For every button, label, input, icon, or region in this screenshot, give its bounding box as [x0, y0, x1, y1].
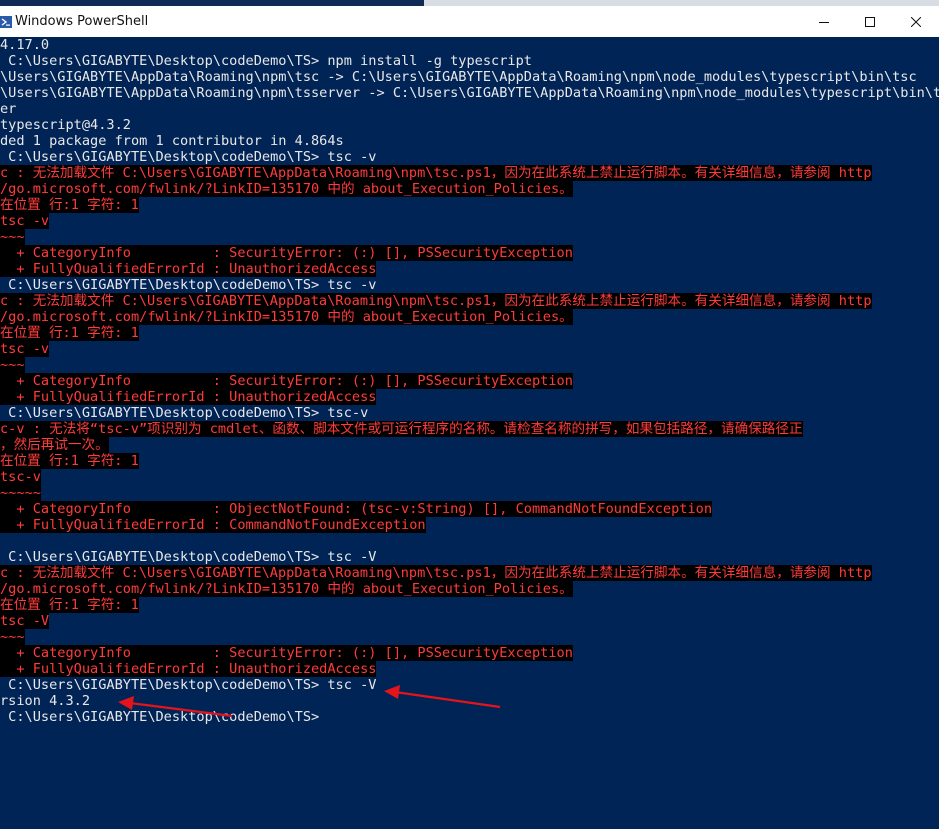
console-line-text: ded 1 package from 1 contributor in 4.86… [0, 133, 344, 149]
maximize-icon [865, 16, 875, 27]
console-line-error: /go.microsoft.com/fwlink/?LinkID=135170 … [0, 181, 939, 197]
console-line: C:\Users\GIGABYTE\Desktop\codeDemo\TS> t… [0, 149, 939, 165]
console-line-text: c-v : 无法将“tsc-v”项识别为 cmdlet、函数、脚本文件或可运行程… [0, 421, 803, 437]
window-controls [801, 6, 939, 37]
console-line-error: ~~~ [0, 629, 939, 645]
console-line-text: + CategoryInfo : SecurityError: (:) [], … [0, 245, 573, 261]
console-line-text: /go.microsoft.com/fwlink/?LinkID=135170 … [0, 309, 573, 325]
powershell-icon[interactable] [0, 15, 12, 28]
console-line-error: 在位置 行:1 字符: 1 [0, 453, 939, 469]
console-line-text: tsc-v [0, 469, 41, 485]
console-line: C:\Users\GIGABYTE\Desktop\codeDemo\TS> t… [0, 677, 939, 693]
console-line-error: 在位置 行:1 字符: 1 [0, 597, 939, 613]
console-line-text: /go.microsoft.com/fwlink/?LinkID=135170 … [0, 181, 573, 197]
console-line-error: + FullyQualifiedErrorId : UnauthorizedAc… [0, 389, 939, 405]
console-line-text: + CategoryInfo : SecurityError: (:) [], … [0, 373, 573, 389]
console-line-text: + FullyQualifiedErrorId : CommandNotFoun… [0, 517, 426, 533]
console-line-error: + FullyQualifiedErrorId : UnauthorizedAc… [0, 261, 939, 277]
console-line-text: \Users\GIGABYTE\AppData\Roaming\npm\tsc … [0, 69, 917, 85]
console-line-error: c : 无法加载文件 C:\Users\GIGABYTE\AppData\Roa… [0, 293, 939, 309]
console-line-text: ~~~~~ [0, 485, 41, 501]
close-icon [911, 16, 921, 27]
console-line-error: + CategoryInfo : ObjectNotFound: (tsc-v:… [0, 501, 939, 517]
console-line-text: c : 无法加载文件 C:\Users\GIGABYTE\AppData\Roa… [0, 565, 872, 581]
console-line-text: ~~~ [0, 629, 25, 645]
minimize-icon [819, 21, 829, 23]
console-line-text: 在位置 行:1 字符: 1 [0, 325, 139, 341]
console-line-text: c : 无法加载文件 C:\Users\GIGABYTE\AppData\Roa… [0, 165, 872, 181]
console-line-error: ~~~~~ [0, 485, 939, 501]
console-area[interactable]: 4.17.0 C:\Users\GIGABYTE\Desktop\codeDem… [0, 37, 939, 829]
console-line-text: C:\Users\GIGABYTE\Desktop\codeDemo\TS> t… [0, 277, 377, 293]
console-line-text: C:\Users\GIGABYTE\Desktop\codeDemo\TS> t… [0, 677, 377, 693]
console-line-text: C:\Users\GIGABYTE\Desktop\codeDemo\TS> n… [0, 53, 532, 69]
console-output: 4.17.0 C:\Users\GIGABYTE\Desktop\codeDem… [0, 37, 939, 725]
console-line-text: 在位置 行:1 字符: 1 [0, 453, 139, 469]
console-line: \Users\GIGABYTE\AppData\Roaming\npm\tsse… [0, 85, 939, 101]
console-line-text: C:\Users\GIGABYTE\Desktop\codeDemo\TS> t… [0, 149, 377, 165]
console-line-error: c : 无法加载文件 C:\Users\GIGABYTE\AppData\Roa… [0, 165, 939, 181]
console-line-text: rsion 4.3.2 [0, 693, 91, 709]
console-line-text: \Users\GIGABYTE\AppData\Roaming\npm\tsse… [0, 85, 939, 101]
console-line-error: 在位置 行:1 字符: 1 [0, 197, 939, 213]
console-line-text: /go.microsoft.com/fwlink/?LinkID=135170 … [0, 581, 573, 597]
console-line-text: er [0, 101, 17, 117]
console-line: C:\Users\GIGABYTE\Desktop\codeDemo\TS> n… [0, 53, 939, 69]
console-line-error: tsc -v [0, 341, 939, 357]
console-line-text: 在位置 行:1 字符: 1 [0, 197, 139, 213]
console-line-text: 4.17.0 [0, 37, 50, 53]
minimize-button[interactable] [801, 6, 847, 37]
console-line-error: + CategoryInfo : SecurityError: (:) [], … [0, 645, 939, 661]
console-line-error: ~~~ [0, 229, 939, 245]
console-line-error: + FullyQualifiedErrorId : UnauthorizedAc… [0, 661, 939, 677]
console-line: C:\Users\GIGABYTE\Desktop\codeDemo\TS> t… [0, 405, 939, 421]
console-line-error: ，然后再试一次。 [0, 437, 939, 453]
console-line-error: tsc-v [0, 469, 939, 485]
console-line-text: ，然后再试一次。 [0, 437, 109, 453]
console-line-error: c : 无法加载文件 C:\Users\GIGABYTE\AppData\Roa… [0, 565, 939, 581]
console-line-error: /go.microsoft.com/fwlink/?LinkID=135170 … [0, 581, 939, 597]
console-line-error: + CategoryInfo : SecurityError: (:) [], … [0, 245, 939, 261]
console-line-text: + FullyQualifiedErrorId : UnauthorizedAc… [0, 389, 377, 405]
console-line-text: C:\Users\GIGABYTE\Desktop\codeDemo\TS> [0, 709, 320, 725]
console-line-text: tsc -v [0, 213, 50, 229]
console-line-error: 在位置 行:1 字符: 1 [0, 325, 939, 341]
console-line: typescript@4.3.2 [0, 117, 939, 133]
console-line: \Users\GIGABYTE\AppData\Roaming\npm\tsc … [0, 69, 939, 85]
console-line-text: + FullyQualifiedErrorId : UnauthorizedAc… [0, 661, 377, 677]
console-line-text: ~~~ [0, 229, 25, 245]
console-line-text: C:\Users\GIGABYTE\Desktop\codeDemo\TS> t… [0, 405, 369, 421]
window-title: Windows PowerShell [15, 14, 149, 29]
console-line-error: ~~~ [0, 357, 939, 373]
console-line-error: + FullyQualifiedErrorId : CommandNotFoun… [0, 517, 939, 533]
console-line-text: tsc -V [0, 613, 50, 629]
console-line: C:\Users\GIGABYTE\Desktop\codeDemo\TS> t… [0, 549, 939, 565]
maximize-button[interactable] [847, 6, 893, 37]
console-line-text: C:\Users\GIGABYTE\Desktop\codeDemo\TS> t… [0, 549, 377, 565]
console-line: ded 1 package from 1 contributor in 4.86… [0, 133, 939, 149]
console-line-error: tsc -V [0, 613, 939, 629]
console-line-text: + CategoryInfo : ObjectNotFound: (tsc-v:… [0, 501, 713, 517]
console-line-error: tsc -v [0, 213, 939, 229]
console-line-error: /go.microsoft.com/fwlink/?LinkID=135170 … [0, 309, 939, 325]
console-line-error: c-v : 无法将“tsc-v”项识别为 cmdlet、函数、脚本文件或可运行程… [0, 421, 939, 437]
console-line-text: tsc -v [0, 341, 50, 357]
console-line-text: c : 无法加载文件 C:\Users\GIGABYTE\AppData\Roa… [0, 293, 872, 309]
console-line-text: typescript@4.3.2 [0, 117, 131, 133]
title-bar[interactable]: Windows PowerShell [0, 6, 939, 37]
close-button[interactable] [893, 6, 939, 37]
console-line-text: + FullyQualifiedErrorId : UnauthorizedAc… [0, 261, 377, 277]
console-line-text: ~~~ [0, 357, 25, 373]
console-line-error: + CategoryInfo : SecurityError: (:) [], … [0, 373, 939, 389]
console-line-text: + CategoryInfo : SecurityError: (:) [], … [0, 645, 573, 661]
console-line: C:\Users\GIGABYTE\Desktop\codeDemo\TS> t… [0, 277, 939, 293]
console-line: 4.17.0 [0, 37, 939, 53]
console-line: er [0, 101, 939, 117]
console-line: C:\Users\GIGABYTE\Desktop\codeDemo\TS> [0, 709, 939, 725]
console-line-text: 在位置 行:1 字符: 1 [0, 597, 139, 613]
console-line: rsion 4.3.2 [0, 693, 939, 709]
